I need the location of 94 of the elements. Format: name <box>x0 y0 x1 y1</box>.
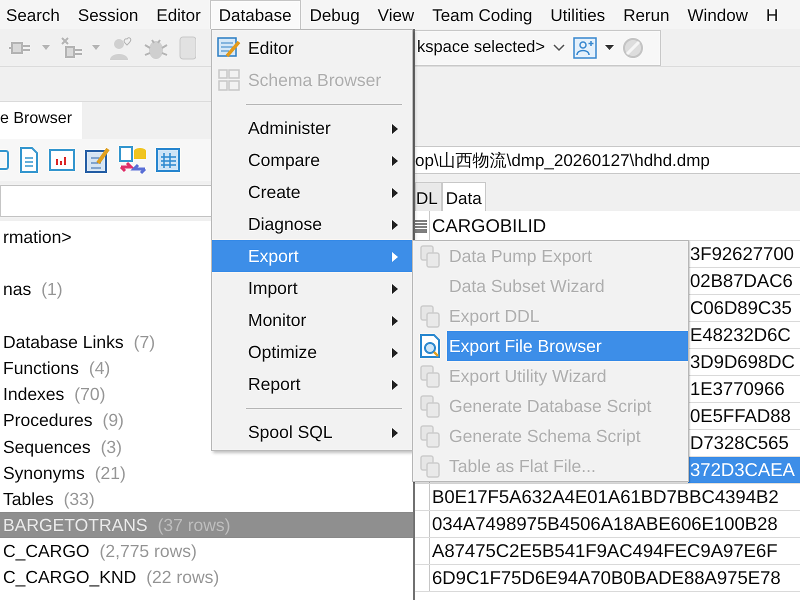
tree-item-label: Indexes <box>3 384 64 404</box>
menu-item[interactable]: Import <box>212 272 412 304</box>
table-cell[interactable]: D7328C565 <box>688 430 800 456</box>
chart-icon <box>48 147 76 173</box>
window-icon <box>0 148 10 172</box>
item-count: (21) <box>94 462 126 483</box>
submenu-arrow-icon <box>392 156 398 166</box>
tree-item[interactable]: C_CARGO (2,775 rows) <box>0 538 413 564</box>
table-cell[interactable]: 034A7498975B4506A18ABE606E100B28 <box>430 511 800 537</box>
item-count: (70) <box>74 384 106 404</box>
menu-item[interactable]: Utilities <box>541 0 614 29</box>
menu-item[interactable]: Diagnose <box>212 208 412 240</box>
column-header[interactable]: CARGOBILID <box>430 211 800 240</box>
menu-item[interactable]: Optimize <box>212 336 412 368</box>
file-path: op\山西物流\dmp_20260127\hdhd.dmp <box>415 146 800 174</box>
table-cell[interactable]: A87475C2E5B541F9AC494FEC9A97E6F <box>430 538 800 564</box>
browser-tab[interactable]: e Browser <box>0 102 82 139</box>
item-count: (33) <box>64 488 95 509</box>
item-count: (7) <box>134 332 156 352</box>
menu-item[interactable]: Team Coding <box>423 0 542 29</box>
tree-item[interactable]: Synonyms (21) <box>0 460 413 486</box>
menu-item[interactable]: View <box>368 0 424 29</box>
submenu-arrow-icon <box>392 220 398 230</box>
caret-icon <box>92 44 100 50</box>
submenu-arrow-icon <box>392 284 398 294</box>
tree-item-label: C_CARGO <box>3 541 90 562</box>
table-cell[interactable]: 3F92627700 <box>688 241 800 267</box>
database-transfer-icon <box>118 145 148 175</box>
table-cell[interactable]: B0E17F5A632A4E01A61BD7BBC4394B2 <box>430 484 800 510</box>
menu-item[interactable]: Monitor <box>212 304 412 336</box>
tab[interactable]: Data <box>442 182 486 211</box>
menu-item[interactable]: Editor <box>147 0 210 29</box>
tab[interactable]: DL <box>415 182 442 211</box>
caret-icon <box>42 44 50 50</box>
tree-item-label: Functions <box>3 358 79 378</box>
document-icon <box>18 146 40 174</box>
submenu-arrow-icon <box>392 252 398 262</box>
table-cell[interactable]: 6D9C1F75D6E94A70B0BADE88A975E78 <box>430 565 800 591</box>
tree-item-label: BARGETOTRANS <box>3 515 148 536</box>
disabled-icon <box>418 393 442 419</box>
menu-item[interactable]: Editor <box>212 32 412 64</box>
tree-item-label: Synonyms <box>3 462 85 483</box>
table-cell[interactable]: E48232D6C <box>688 322 800 348</box>
disabled-icon <box>418 453 442 479</box>
file-search-icon <box>418 333 442 359</box>
table-cell[interactable]: 1E3770966 <box>688 376 800 402</box>
tree-item-label: Database Links <box>3 332 124 352</box>
item-count: (3) <box>100 436 122 456</box>
disabled-icon <box>418 363 442 389</box>
disabled-icon <box>418 423 442 449</box>
submenu-arrow-icon <box>392 428 398 438</box>
caret-icon[interactable] <box>604 44 614 50</box>
tree-item-label: Tables <box>3 488 54 509</box>
tree-item[interactable]: C_CARGO_KND (22 rows) <box>0 564 413 591</box>
grid-icon <box>156 148 180 172</box>
menu-item[interactable]: Create <box>212 176 412 208</box>
menu-item[interactable]: Spool SQL <box>212 416 412 448</box>
form-edit-icon <box>84 146 110 174</box>
menu-item[interactable]: Debug <box>300 0 369 29</box>
disabled-icon <box>418 303 442 329</box>
menu-item[interactable]: Administer <box>212 112 412 144</box>
tree-item-label: nas <box>3 279 32 300</box>
item-count: (1) <box>41 279 63 300</box>
menu-item[interactable]: Database <box>210 0 301 29</box>
submenu-arrow-icon <box>392 316 398 326</box>
submenu-arrow-icon <box>392 380 398 390</box>
menu-item[interactable]: Session <box>68 0 148 29</box>
menu-item[interactable]: Search <box>0 0 69 29</box>
item-count: (9) <box>102 410 124 430</box>
table-cell[interactable]: 0E5FFAD88 <box>688 403 800 429</box>
tree-item-label: Sequences <box>3 436 91 456</box>
tree-item-label: Procedures <box>3 410 92 430</box>
menu-item[interactable]: Report <box>212 368 412 400</box>
submenu-arrow-icon <box>392 348 398 358</box>
tree-item[interactable]: Tables (33) <box>0 486 413 512</box>
disabled-icon <box>418 243 442 269</box>
column-icon <box>415 218 427 232</box>
table-cell[interactable]: C06D89C35 <box>688 295 800 321</box>
menu-item[interactable]: H <box>756 0 788 29</box>
item-count: (4) <box>88 358 110 378</box>
item-count: (22 rows) <box>146 567 220 588</box>
menu-item[interactable]: Window <box>678 0 757 29</box>
user-icon <box>108 34 134 60</box>
schema-icon <box>217 68 241 92</box>
tree-item-label: C_CARGO_KND <box>3 567 136 588</box>
submenu-arrow-icon <box>392 124 398 134</box>
table-cell[interactable]: 3D9D698DC <box>688 349 800 375</box>
chevron-down-icon[interactable] <box>552 44 565 52</box>
item-count: (2,775 rows) <box>100 541 197 562</box>
add-user-icon[interactable] <box>572 36 597 58</box>
submenu-arrow-icon <box>392 188 398 198</box>
table-cell[interactable]: 02B87DAC6 <box>688 268 800 294</box>
editor-icon <box>217 36 241 60</box>
menu-item[interactable]: Rerun <box>614 0 678 29</box>
